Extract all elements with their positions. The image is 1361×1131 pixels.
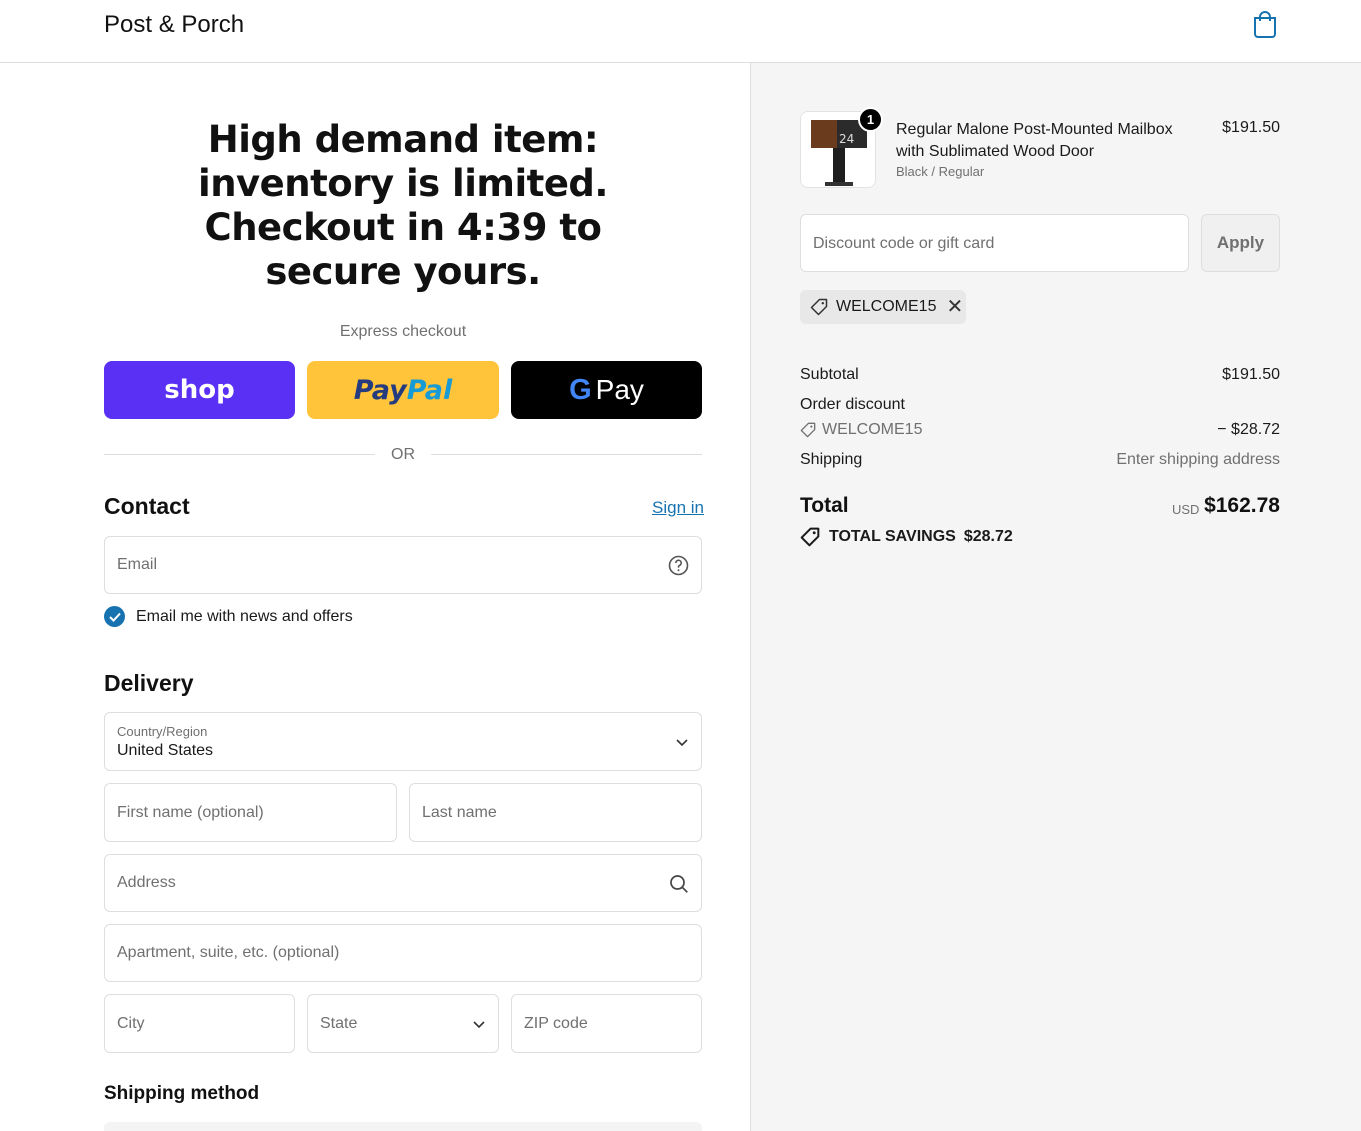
tag-icon bbox=[800, 422, 816, 438]
last-name-placeholder: Last name bbox=[422, 804, 497, 821]
country-value: United States bbox=[117, 742, 214, 759]
urgency-line: High demand item: bbox=[207, 118, 599, 161]
shipping-label: Shipping bbox=[800, 451, 863, 468]
email-field[interactable]: Email bbox=[104, 536, 702, 594]
order-discount-code: WELCOME15 bbox=[822, 421, 923, 438]
google-pay-button[interactable]: G Pay bbox=[511, 361, 702, 419]
apartment-field[interactable]: Apartment, suite, etc. (optional) bbox=[104, 924, 702, 982]
or-label: OR bbox=[391, 446, 415, 463]
savings-value: $28.72 bbox=[963, 528, 1013, 545]
zip-field[interactable]: ZIP code bbox=[511, 994, 702, 1053]
google-g-icon: G bbox=[569, 373, 592, 406]
sign-in-link[interactable]: Sign in bbox=[652, 498, 704, 518]
product-name: Regular Malone Post-Mounted Mailbox with… bbox=[896, 121, 1173, 160]
chevron-down-icon bbox=[676, 739, 688, 747]
last-name-field[interactable]: Last name bbox=[409, 783, 702, 842]
order-discount-value: − $28.72 bbox=[1217, 421, 1280, 438]
or-divider: OR bbox=[104, 444, 702, 466]
chevron-down-icon bbox=[473, 1021, 485, 1029]
quantity-badge: 1 bbox=[858, 107, 883, 132]
discount-placeholder: Discount code or gift card bbox=[813, 235, 995, 252]
shipping-method-heading: Shipping method bbox=[104, 1083, 260, 1104]
city-field[interactable]: City bbox=[104, 994, 295, 1053]
total-savings: TOTAL SAVINGS $28.72 bbox=[800, 527, 1013, 547]
remove-discount-icon[interactable]: ✕ bbox=[946, 297, 963, 317]
product-price: $191.50 bbox=[1222, 119, 1280, 136]
state-placeholder: State bbox=[320, 1015, 358, 1032]
product-variant: Black / Regular bbox=[896, 164, 985, 179]
total-value: $162.78 bbox=[1204, 494, 1280, 517]
zip-placeholder: ZIP code bbox=[524, 1015, 588, 1032]
subtotal-value: $191.50 bbox=[1222, 366, 1280, 383]
delivery-heading: Delivery bbox=[104, 670, 194, 696]
shipping-method-placeholder-box bbox=[104, 1122, 702, 1131]
contact-heading: Contact bbox=[104, 493, 190, 519]
currency-code: USD bbox=[1172, 502, 1200, 517]
country-select[interactable]: Country/Region United States bbox=[104, 712, 702, 771]
newsletter-checkbox[interactable] bbox=[104, 606, 125, 627]
store-logo[interactable]: Post & Porch bbox=[104, 11, 244, 39]
shop-pay-logo: shop bbox=[164, 375, 235, 405]
savings-tag-icon bbox=[800, 527, 820, 547]
urgency-line: secure yours. bbox=[265, 250, 541, 293]
header: Post & Porch bbox=[0, 0, 1361, 63]
shop-pay-button[interactable]: shop bbox=[104, 361, 295, 419]
tag-icon bbox=[810, 298, 828, 316]
first-name-placeholder: First name (optional) bbox=[117, 804, 264, 821]
savings-label: TOTAL SAVINGS bbox=[829, 528, 956, 545]
order-discount-code-row: WELCOME15 bbox=[800, 421, 922, 439]
urgency-line: Checkout in 4:39 to bbox=[204, 206, 602, 249]
discount-code-field[interactable]: Discount code or gift card bbox=[800, 214, 1189, 272]
google-pay-label: Pay bbox=[595, 374, 644, 405]
applied-discount-chip: WELCOME15 ✕ bbox=[800, 290, 966, 324]
shopping-bag-icon[interactable] bbox=[1252, 10, 1278, 38]
state-select[interactable]: State bbox=[307, 994, 499, 1053]
applied-code: WELCOME15 bbox=[836, 298, 937, 315]
paypal-logo-pal: Pal bbox=[406, 374, 453, 406]
checkmark-icon bbox=[108, 612, 121, 622]
apartment-placeholder: Apartment, suite, etc. (optional) bbox=[117, 944, 340, 961]
email-placeholder: Email bbox=[117, 556, 158, 573]
subtotal-label: Subtotal bbox=[800, 366, 859, 383]
newsletter-label: Email me with news and offers bbox=[136, 608, 353, 625]
address-placeholder: Address bbox=[117, 874, 176, 891]
urgency-line: inventory is limited. bbox=[198, 162, 608, 205]
express-checkout-label: Express checkout bbox=[339, 323, 467, 340]
total-label: Total bbox=[800, 494, 849, 517]
paypal-logo-pay: Pay bbox=[353, 374, 407, 406]
order-discount-label: Order discount bbox=[800, 396, 905, 413]
urgency-banner: High demand item: inventory is limited. … bbox=[104, 118, 702, 294]
apply-discount-button[interactable]: Apply bbox=[1201, 214, 1280, 272]
paypal-button[interactable]: Pay Pal bbox=[307, 361, 499, 419]
city-placeholder: City bbox=[117, 1015, 145, 1032]
shipping-value: Enter shipping address bbox=[1116, 451, 1280, 468]
first-name-field[interactable]: First name (optional) bbox=[104, 783, 397, 842]
address-field[interactable]: Address bbox=[104, 854, 702, 912]
mailbox-number: 24 bbox=[839, 132, 854, 146]
search-icon bbox=[670, 875, 688, 893]
help-circle-icon[interactable] bbox=[668, 555, 689, 576]
country-label: Country/Region bbox=[117, 724, 208, 739]
